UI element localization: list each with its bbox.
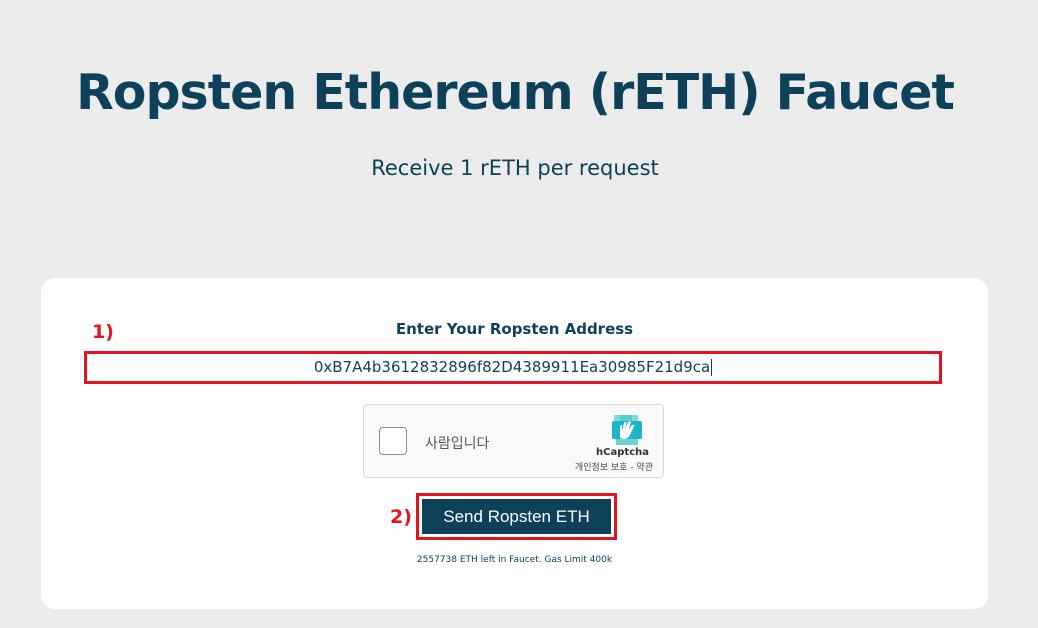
faucet-status-text: 2557738 ETH left in Faucet. Gas Limit 40… [416, 555, 613, 565]
captcha-checkbox[interactable] [379, 427, 407, 455]
text-caret [711, 359, 713, 376]
captcha-privacy-terms-links[interactable]: 개인정보 보호 - 약관 [575, 460, 653, 473]
hcaptcha-widget: 사람입니다 hCaptcha 개인정보 보호 - 약관 [363, 404, 664, 478]
page-title: Ropsten Ethereum (rETH) Faucet [76, 64, 955, 121]
step-2-marker: 2) [390, 506, 412, 528]
address-label: Enter Your Ropsten Address [395, 320, 634, 338]
send-button-highlight: Send Ropsten ETH [416, 493, 617, 540]
page-subtitle: Receive 1 rETH per request [371, 156, 659, 180]
faucet-card: 1) Enter Your Ropsten Address 0xB7A4b361… [41, 278, 988, 609]
hcaptcha-hand-icon [612, 415, 642, 445]
address-value: 0xB7A4b3612832896f82D4389911Ea30985F21d9… [313, 358, 711, 376]
send-ropsten-eth-button[interactable]: Send Ropsten ETH [422, 499, 611, 534]
captcha-brand: hCaptcha [596, 447, 649, 458]
captcha-label: 사람입니다 [425, 436, 490, 452]
page: Ropsten Ethereum (rETH) Faucet Receive 1… [0, 0, 1038, 628]
address-input[interactable]: 0xB7A4b3612832896f82D4389911Ea30985F21d9… [84, 351, 942, 384]
